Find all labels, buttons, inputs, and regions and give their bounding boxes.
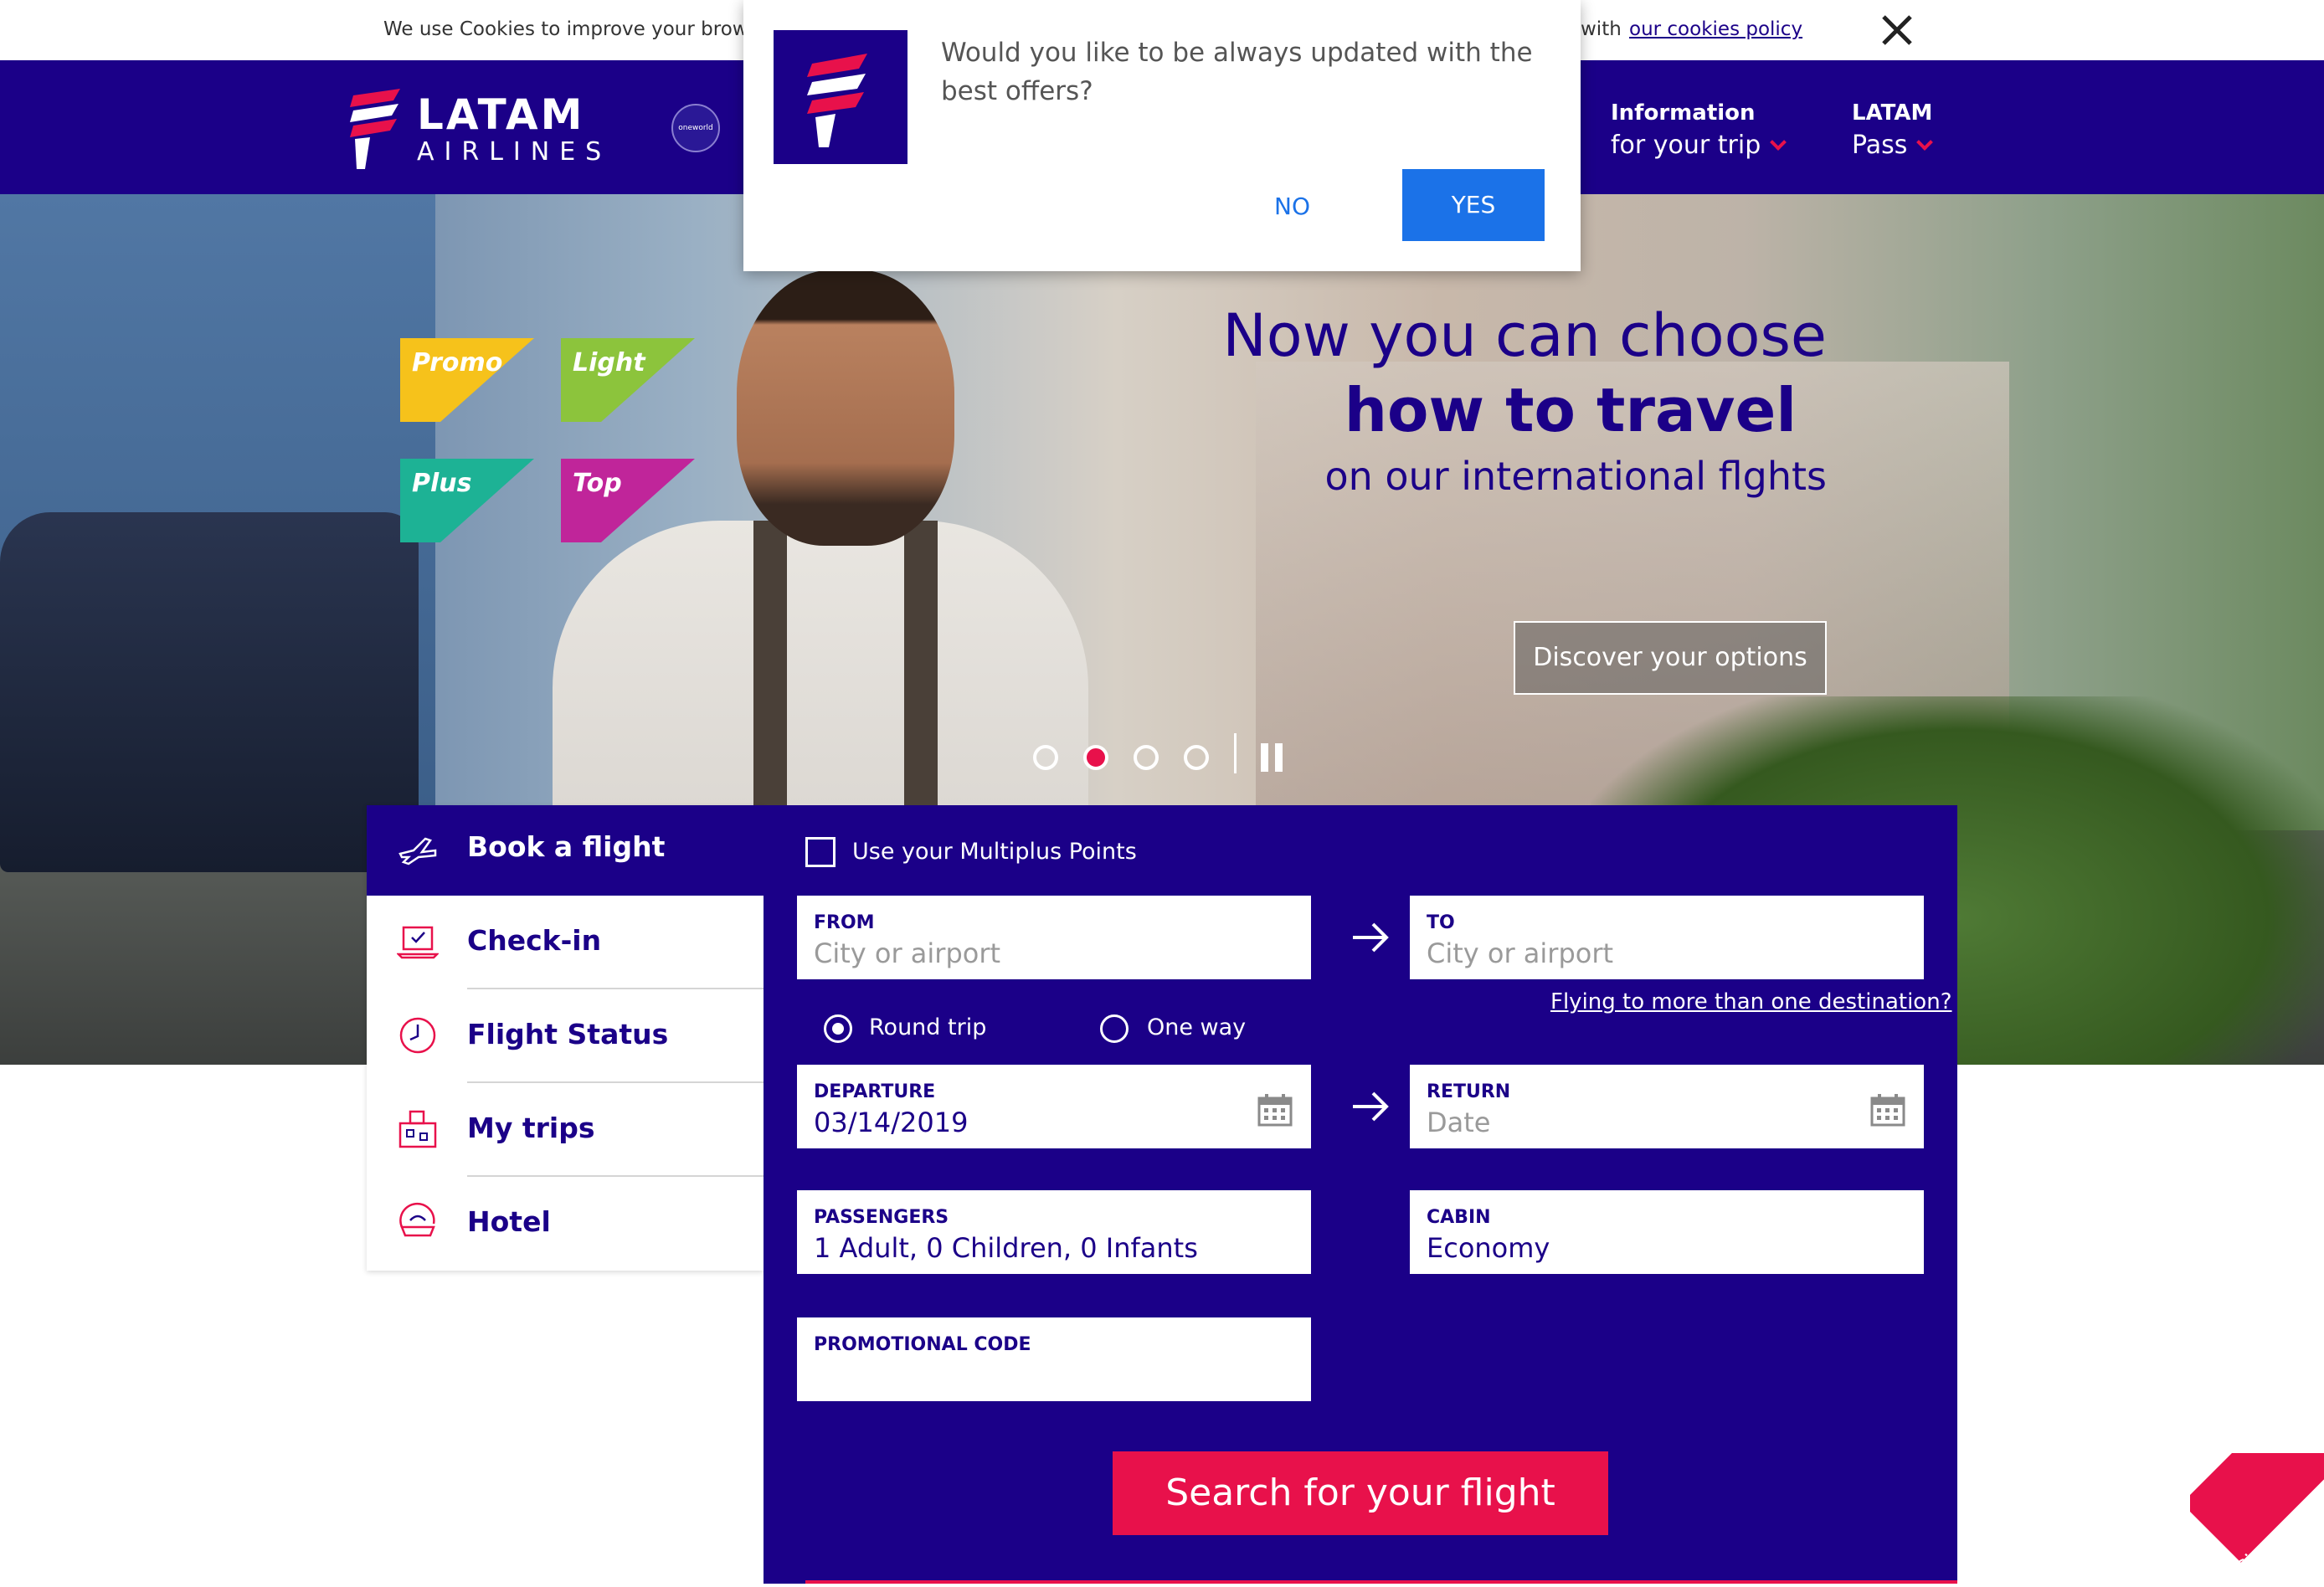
menu-item-label: Check-in [467,924,602,957]
latam-logo-icon [807,54,867,147]
hero-title-line2: how to travel [1344,375,1797,445]
cabin-label: CABIN [1427,1207,1491,1228]
booking-form: Use your Multiplus Points FROM City or a… [764,805,1957,1584]
one-way-radio[interactable] [1100,1014,1129,1043]
search-flight-button[interactable]: Search for your flight [1113,1451,1608,1535]
laptop-check-icon [397,926,439,959]
cookie-link-prefix: with [1581,18,1622,40]
menu-item-label: Flight Status [467,1018,669,1050]
logo-subtitle: AIRLINES [417,137,612,167]
arrow-right-icon [1353,922,1389,953]
multi-destination-link[interactable]: Flying to more than one destination? [1550,989,1952,1014]
push-message: Would you like to be always updated with… [941,38,1533,106]
to-field[interactable]: TO City or airport [1410,896,1924,979]
carousel-dot[interactable] [1184,745,1209,770]
discover-options-button[interactable]: Discover your options [1514,621,1827,695]
multiplus-points-label: Use your Multiplus Points [852,839,1137,865]
latam-app-icon [774,30,907,164]
cabin-value: Economy [1427,1232,1550,1264]
luggage-icon [398,1110,437,1148]
return-date-field[interactable]: RETURN Date [1410,1065,1924,1148]
hero-food-truck [0,512,419,872]
one-way-label: One way [1147,1014,1247,1040]
to-field-placeholder: City or airport [1427,937,1614,969]
feedback-ribbon[interactable]: Give us your opinion [2190,1453,2324,1587]
push-yes-button[interactable]: YES [1402,169,1545,241]
latam-logo-icon [350,89,400,169]
push-no-button[interactable]: NO [1274,193,1310,220]
multiplus-points-checkbox[interactable] [805,837,836,867]
return-placeholder: Date [1427,1107,1491,1138]
from-field-placeholder: City or airport [814,937,1001,969]
cookie-message: We use Cookies to improve your browsing [383,18,789,40]
nav-information-for-your-trip[interactable]: Information for your trip [1611,100,1787,160]
cabin-field[interactable]: CABIN Economy [1410,1190,1924,1274]
calendar-icon[interactable] [1257,1093,1293,1127]
plane-icon [398,837,437,865]
from-field-label: FROM [814,912,875,933]
departure-date-field[interactable]: DEPARTURE 03/14/2019 [797,1065,1311,1148]
return-label: RETURN [1427,1081,1511,1102]
departure-label: DEPARTURE [814,1081,936,1102]
nav-item-line1: Information [1611,100,1756,126]
push-notification-prompt: Would you like to be always updated with… [743,0,1581,271]
latam-logo[interactable]: LATAM AIRLINES [350,85,609,169]
round-trip-radio[interactable] [824,1014,852,1043]
hotel-icon [399,1202,435,1237]
hero-title-line1: Now you can choose [1222,301,1827,370]
departure-value: 03/14/2019 [814,1107,969,1138]
menu-item-hotel[interactable]: Hotel [367,1177,764,1271]
menu-item-label: Book a flight [467,830,666,863]
close-icon[interactable] [1879,12,1915,49]
chevron-down-icon [1916,134,1934,151]
pause-icon[interactable] [1261,743,1284,772]
nav-item-line1: LATAM [1852,100,1933,126]
arrow-right-icon [1353,1091,1389,1122]
clock-icon [399,1017,436,1054]
promo-code-label: PROMOTIONAL CODE [814,1334,1031,1355]
nav-item-line2: for your trip [1611,131,1761,160]
to-field-label: TO [1427,912,1455,933]
menu-item-check-in[interactable]: Check-in [367,896,764,989]
carousel-dot[interactable] [1033,745,1058,770]
chevron-down-icon [1770,134,1787,151]
nav-item-line2: Pass [1852,131,1908,160]
passengers-field[interactable]: PASSENGERS 1 Adult, 0 Children, 0 Infant… [797,1190,1311,1274]
hero-title-line3: on our international flghts [1324,454,1827,499]
round-trip-label: Round trip [869,1014,987,1040]
menu-item-label: My trips [467,1112,595,1144]
cookie-policy-link[interactable]: our cookies policy [1629,18,1802,40]
carousel-dot[interactable] [1134,745,1159,770]
carousel-separator [1234,733,1237,773]
menu-item-my-trips[interactable]: My trips [367,1083,764,1177]
page: LATAM AIRLINES oneworld Information for … [0,0,2324,1587]
menu-item-book-a-flight[interactable]: Book a flight [367,805,764,896]
menu-item-label: Hotel [467,1205,551,1238]
passengers-label: PASSENGERS [814,1207,949,1228]
promo-code-field[interactable]: PROMOTIONAL CODE [797,1317,1311,1401]
form-accent-line [805,1580,1957,1584]
traveler-head [737,270,954,546]
calendar-icon[interactable] [1870,1093,1905,1127]
menu-item-flight-status[interactable]: Flight Status [367,989,764,1083]
from-field[interactable]: FROM City or airport [797,896,1311,979]
passengers-value: 1 Adult, 0 Children, 0 Infants [814,1232,1198,1264]
service-menu: Book a flight Check-in Flight Status My … [367,805,764,1271]
oneworld-badge: oneworld [671,104,720,152]
nav-latam-pass[interactable]: LATAM Pass [1852,100,1934,160]
carousel-dot-active[interactable] [1083,745,1108,770]
logo-wordmark: LATAM [417,90,585,139]
